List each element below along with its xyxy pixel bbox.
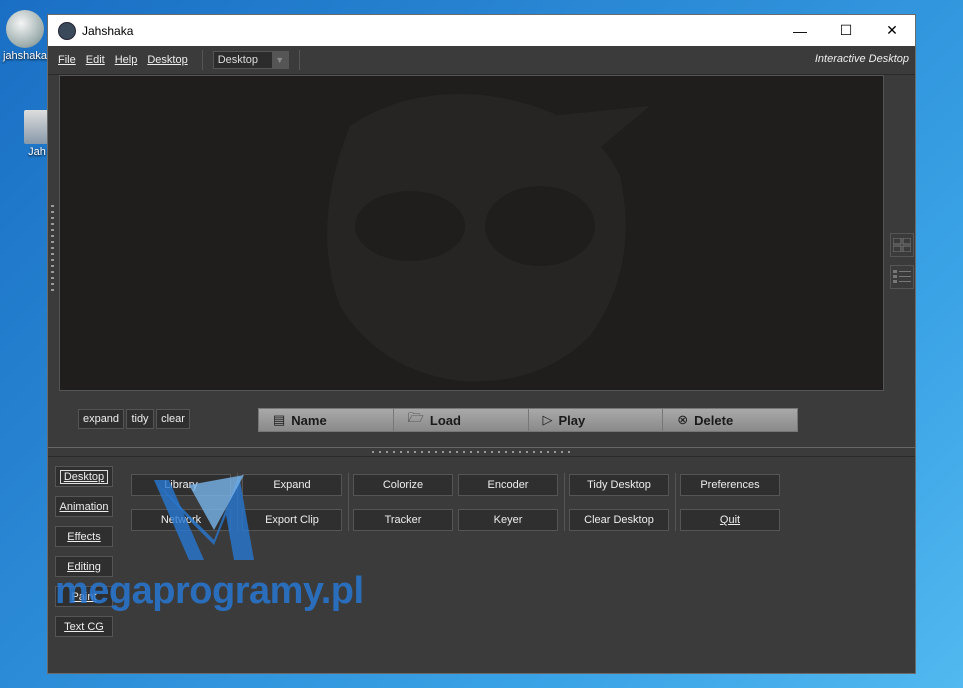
chevron-down-icon[interactable]: ▼ xyxy=(271,52,288,68)
watermark-text: megaprogramy.pl xyxy=(55,570,364,612)
name-card-icon: ▤ xyxy=(273,412,286,427)
delete-label: Delete xyxy=(694,412,734,428)
jahshaka-mask-watermark xyxy=(327,94,650,382)
desktop-icon-label: Jah xyxy=(28,146,46,158)
column-separator xyxy=(675,473,676,531)
menu-edit[interactable]: Edit xyxy=(86,54,105,66)
jahshaka-app-icon xyxy=(6,10,44,48)
category-text-cg[interactable]: Text CG xyxy=(55,616,113,637)
menu-separator xyxy=(298,50,300,70)
name-label: Name xyxy=(291,412,327,428)
title-bar[interactable]: Jahshaka — ☐ ✕ xyxy=(48,15,915,46)
desktop-icon-jahshaka[interactable]: jahshaka xyxy=(0,10,50,62)
grid-view-icon[interactable] xyxy=(890,233,914,257)
megaprogramy-logo-icon xyxy=(154,475,254,560)
app-logo-icon xyxy=(58,21,76,40)
menu-desktop[interactable]: Desktop xyxy=(147,54,187,66)
window-title: Jahshaka xyxy=(82,23,134,38)
left-resize-handle[interactable] xyxy=(51,205,54,295)
menu-file[interactable]: File xyxy=(58,54,76,66)
maximize-button[interactable]: ☐ xyxy=(823,15,869,46)
menu-bar: File Edit Help Desktop Desktop ▼ Interac… xyxy=(48,46,915,75)
play-button[interactable]: ▷ Play xyxy=(529,409,664,431)
play-icon: ▷ xyxy=(542,412,553,427)
desktop-icon-label: jahshaka xyxy=(2,50,48,62)
category-label: Text CG xyxy=(64,620,104,633)
panel-splitter[interactable] xyxy=(48,447,915,457)
expand-button[interactable]: expand xyxy=(78,409,124,429)
tidy-button[interactable]: tidy xyxy=(126,409,154,429)
play-label: Play xyxy=(558,412,586,428)
mode-label: Interactive Desktop xyxy=(814,53,909,65)
keyer-button[interactable]: Keyer xyxy=(458,509,558,531)
encoder-button[interactable]: Encoder xyxy=(458,474,558,496)
menu-separator xyxy=(201,50,203,70)
list-view-icon[interactable] xyxy=(890,265,914,289)
desktop-select[interactable]: Desktop ▼ xyxy=(212,51,289,69)
load-label: Load xyxy=(429,412,461,428)
minimize-button[interactable]: — xyxy=(777,15,823,46)
tidy-desktop-button[interactable]: Tidy Desktop xyxy=(569,474,669,496)
column-separator xyxy=(564,473,565,531)
colorize-button[interactable]: Colorize xyxy=(353,474,453,496)
splitter-grip xyxy=(372,451,572,453)
menu-help[interactable]: Help xyxy=(115,54,138,66)
column-separator xyxy=(348,473,349,531)
load-button[interactable]: 🗁 Load xyxy=(394,409,529,431)
quit-label: Quit xyxy=(719,514,741,526)
folder-open-icon: 🗁 xyxy=(407,410,424,425)
close-button[interactable]: ✕ xyxy=(869,15,915,46)
clear-desktop-button[interactable]: Clear Desktop xyxy=(569,509,669,531)
delete-icon: ⊗ xyxy=(677,412,689,427)
delete-button[interactable]: ⊗ Delete xyxy=(663,409,797,431)
name-button[interactable]: ▤ Name xyxy=(259,409,394,431)
desktop-select-value: Desktop xyxy=(217,54,259,66)
preferences-button[interactable]: Preferences xyxy=(680,474,780,496)
clear-button[interactable]: clear xyxy=(156,409,190,429)
tracker-button[interactable]: Tracker xyxy=(353,509,453,531)
action-bar: ▤ Name 🗁 Load ▷ Play ⊗ Delete xyxy=(258,408,798,432)
quit-button[interactable]: Quit xyxy=(680,509,780,531)
desktop-viewport[interactable] xyxy=(59,75,884,391)
